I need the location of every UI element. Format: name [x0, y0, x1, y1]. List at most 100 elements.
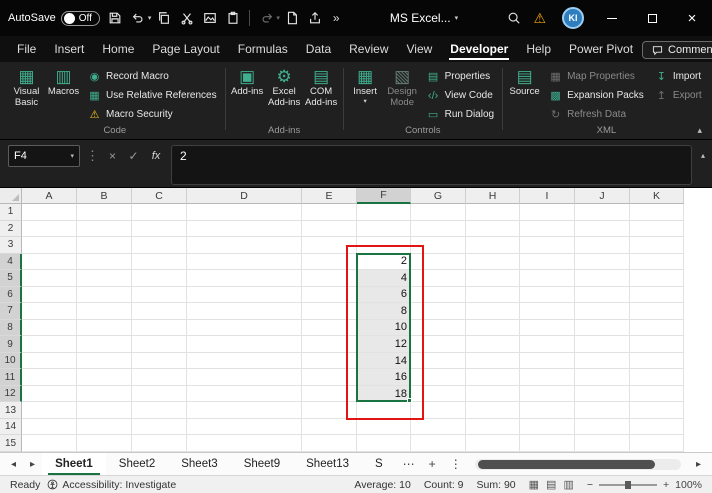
cell-f1[interactable]	[357, 204, 411, 221]
add-ins-button[interactable]: ▣Add-ins	[229, 64, 266, 98]
expansion-packs-button[interactable]: ▩Expansion Packs	[546, 86, 647, 105]
cell-b13[interactable]	[77, 402, 132, 419]
tab-developer[interactable]: Developer	[441, 38, 517, 62]
cell-e9[interactable]	[302, 336, 357, 353]
cell-j6[interactable]	[575, 287, 630, 304]
scroll-right-icon[interactable]: ▸	[689, 459, 708, 470]
cell-c10[interactable]	[132, 353, 187, 370]
row-header-3[interactable]: 3	[0, 237, 22, 254]
sheet-next-icon[interactable]: ▸	[23, 459, 42, 470]
cell-f7[interactable]: 8	[357, 303, 411, 320]
cell-f8[interactable]: 10	[357, 320, 411, 337]
cut-button[interactable]	[175, 6, 198, 30]
cell-g8[interactable]	[411, 320, 466, 337]
cell-a6[interactable]	[22, 287, 77, 304]
export-button[interactable]: ↥Export	[652, 86, 705, 105]
cell-a13[interactable]	[22, 402, 77, 419]
zoom-slider-thumb[interactable]	[625, 481, 631, 489]
cell-c6[interactable]	[132, 287, 187, 304]
cell-c2[interactable]	[132, 221, 187, 238]
select-all-corner[interactable]	[0, 188, 22, 204]
sheet-options-icon[interactable]: ⋮	[443, 457, 469, 471]
more-sheets-icon[interactable]: ⋯	[396, 457, 422, 471]
column-header-f[interactable]: F	[357, 188, 411, 204]
cell-a8[interactable]	[22, 320, 77, 337]
cell-i12[interactable]	[520, 386, 575, 403]
cell-g5[interactable]	[411, 270, 466, 287]
cell-j2[interactable]	[575, 221, 630, 238]
cell-f15[interactable]	[357, 435, 411, 452]
tab-data[interactable]: Data	[297, 38, 340, 62]
scrollbar-thumb[interactable]	[478, 460, 655, 469]
cell-b8[interactable]	[77, 320, 132, 337]
cell-e15[interactable]	[302, 435, 357, 452]
formula-bar-handle-icon[interactable]: ⋮	[86, 145, 99, 167]
row-header-15[interactable]: 15	[0, 435, 22, 452]
cell-c9[interactable]	[132, 336, 187, 353]
cell-h13[interactable]	[466, 402, 520, 419]
cell-c8[interactable]	[132, 320, 187, 337]
cell-j1[interactable]	[575, 204, 630, 221]
cell-g9[interactable]	[411, 336, 466, 353]
cell-a7[interactable]	[22, 303, 77, 320]
column-header-d[interactable]: D	[187, 188, 302, 204]
cell-e2[interactable]	[302, 221, 357, 238]
cell-i8[interactable]	[520, 320, 575, 337]
cell-e13[interactable]	[302, 402, 357, 419]
cell-c1[interactable]	[132, 204, 187, 221]
cell-b6[interactable]	[77, 287, 132, 304]
collapse-ribbon-icon[interactable]: ▴	[697, 125, 702, 136]
view-code-button[interactable]: ‹/›View Code	[424, 86, 497, 105]
page-break-view-icon[interactable]: ▥	[563, 478, 573, 491]
warning-icon[interactable]: ⚠	[533, 10, 546, 27]
tab-formulas[interactable]: Formulas	[229, 38, 297, 62]
cell-k13[interactable]	[630, 402, 684, 419]
cell-c12[interactable]	[132, 386, 187, 403]
zoom-level[interactable]: 100%	[675, 479, 702, 491]
sheet-tab-sheet9[interactable]: Sheet9	[231, 453, 293, 475]
cell-f14[interactable]	[357, 419, 411, 436]
cell-f2[interactable]	[357, 221, 411, 238]
excel-add-ins-button[interactable]: ⚙Excel Add-ins	[266, 64, 303, 109]
cell-d2[interactable]	[187, 221, 302, 238]
zoom-in-icon[interactable]: +	[663, 479, 669, 491]
insert-function-button[interactable]: fx	[147, 145, 165, 167]
cell-f13[interactable]	[357, 402, 411, 419]
sheet-tab-sheet3[interactable]: Sheet3	[168, 453, 230, 475]
row-header-13[interactable]: 13	[0, 402, 22, 419]
tab-insert[interactable]: Insert	[45, 38, 93, 62]
column-header-e[interactable]: E	[302, 188, 357, 204]
avatar[interactable]: KI	[562, 7, 584, 29]
cancel-button[interactable]: ×	[105, 145, 120, 167]
cell-g1[interactable]	[411, 204, 466, 221]
cell-c7[interactable]	[132, 303, 187, 320]
cell-j13[interactable]	[575, 402, 630, 419]
cell-k10[interactable]	[630, 353, 684, 370]
column-header-i[interactable]: I	[520, 188, 575, 204]
com-add-ins-button[interactable]: ▤COM Add-ins	[303, 64, 340, 109]
cell-d11[interactable]	[187, 369, 302, 386]
cell-a1[interactable]	[22, 204, 77, 221]
enter-button[interactable]: ✓	[126, 145, 141, 167]
cell-i15[interactable]	[520, 435, 575, 452]
run-dialog-button[interactable]: ▭Run Dialog	[424, 105, 497, 124]
sheet-tab-sheet1[interactable]: Sheet1	[42, 453, 106, 475]
cell-h8[interactable]	[466, 320, 520, 337]
sheet-tab-sheet13[interactable]: Sheet13	[293, 453, 362, 475]
cell-j10[interactable]	[575, 353, 630, 370]
cell-g11[interactable]	[411, 369, 466, 386]
sheet-prev-icon[interactable]: ◂	[4, 459, 23, 470]
cell-c3[interactable]	[132, 237, 187, 254]
row-header-7[interactable]: 7	[0, 303, 22, 320]
share-file-button[interactable]	[304, 6, 327, 30]
cell-a11[interactable]	[22, 369, 77, 386]
cell-f5[interactable]: 4	[357, 270, 411, 287]
cell-c11[interactable]	[132, 369, 187, 386]
horizontal-scrollbar[interactable]	[475, 459, 681, 470]
cell-b9[interactable]	[77, 336, 132, 353]
cell-d12[interactable]	[187, 386, 302, 403]
cell-h4[interactable]	[466, 254, 520, 271]
sheet-tab-sheet2[interactable]: Sheet2	[106, 453, 168, 475]
row-header-4[interactable]: 4	[0, 254, 22, 271]
cell-k14[interactable]	[630, 419, 684, 436]
